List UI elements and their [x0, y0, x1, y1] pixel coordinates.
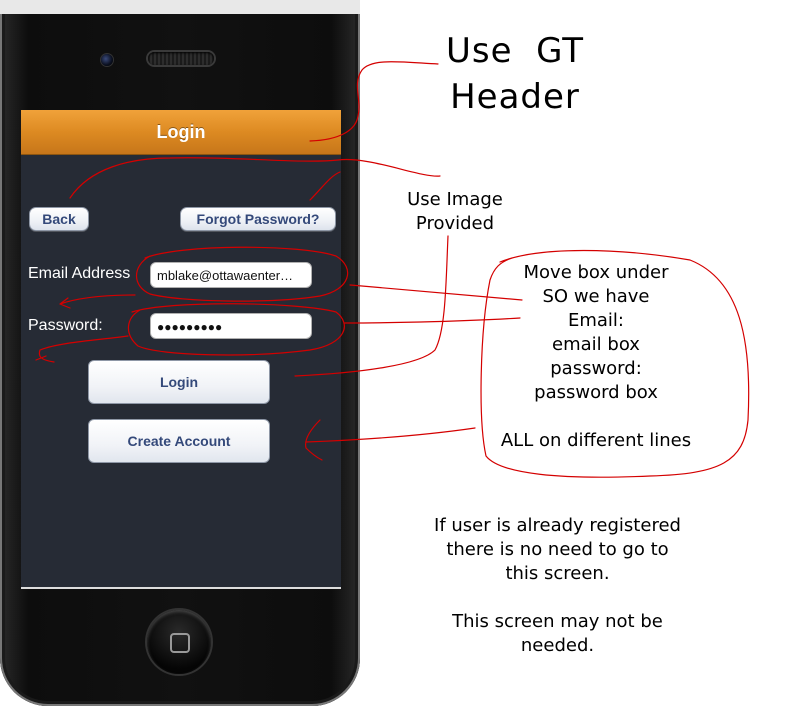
back-button[interactable]: Back [29, 207, 89, 231]
registered-note-line: needed. [520, 635, 595, 656]
image-note-line2: Provided [415, 213, 495, 234]
layout-note: Move box under SO we have Email: email b… [486, 261, 706, 453]
registered-note-line: there is no need to go to [446, 539, 669, 560]
app-screen: Login Back Forgot Password? Email Addres… [21, 110, 341, 588]
registered-note-line: This screen may not be [452, 611, 663, 632]
header-note-line1: Use GT [445, 31, 585, 71]
registered-note-line: this screen. [505, 563, 610, 584]
registered-note: If user is already registered there is n… [415, 514, 700, 658]
registered-note-line [415, 586, 700, 610]
layout-note-line: ALL on different lines [500, 430, 692, 451]
password-field[interactable]: ●●●●●●●●● [150, 313, 312, 339]
registered-note-line: If user is already registered [434, 515, 681, 536]
home-button[interactable] [147, 610, 211, 674]
password-label: Password: [28, 317, 103, 334]
layout-note-line: Email: [567, 310, 624, 331]
phone-frame: Login Back Forgot Password? Email Addres… [0, 0, 360, 706]
email-label: Email Address [28, 265, 131, 282]
forgot-password-button[interactable]: Forgot Password? [180, 207, 336, 231]
email-field[interactable]: mblake@ottawaenter… [150, 262, 312, 288]
header-note: Use GT Header [420, 28, 610, 120]
login-button[interactable]: Login [88, 360, 270, 404]
home-square-icon [170, 633, 190, 653]
page-title: Login [156, 122, 206, 142]
layout-note-line [486, 405, 706, 429]
image-note-line1: Use Image [407, 189, 503, 210]
layout-note-line: email box [552, 334, 640, 355]
create-account-button[interactable]: Create Account [88, 419, 270, 463]
app-header: Login [21, 110, 341, 155]
background-window-strip [0, 0, 360, 14]
layout-note-line: SO we have [542, 286, 650, 307]
header-note-line2: Header [450, 77, 580, 117]
screen-edge [21, 587, 341, 589]
camera-icon [101, 54, 113, 66]
image-note: Use Image Provided [385, 188, 525, 236]
layout-note-line: Move box under [523, 262, 669, 283]
layout-note-line: password: [550, 358, 642, 379]
speaker-grille [148, 52, 214, 65]
layout-note-line: password box [534, 382, 658, 403]
